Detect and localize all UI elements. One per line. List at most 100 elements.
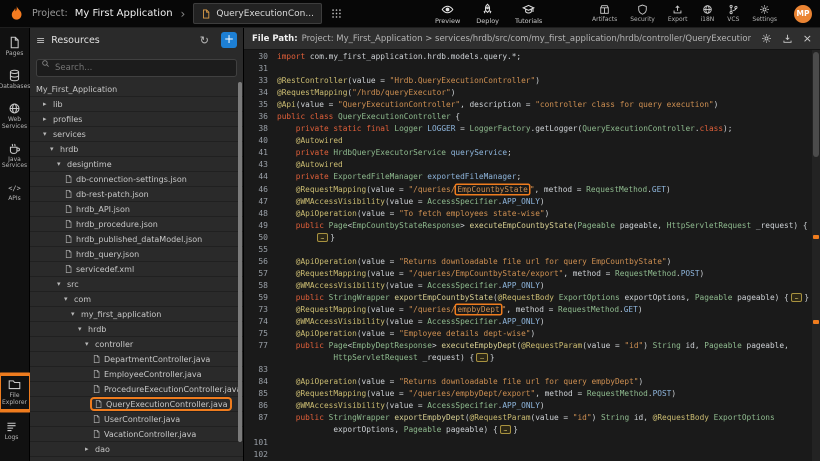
code-line[interactable]: 40 @Autowired bbox=[244, 135, 812, 147]
vcs-button[interactable]: VCS bbox=[727, 4, 739, 23]
code-line[interactable]: 74 @WMAccessVisibility(value = AccessSpe… bbox=[244, 316, 812, 328]
tree-item-hrdb_procedure.json[interactable]: hrdb_procedure.json bbox=[30, 217, 243, 232]
add-resource-button[interactable]: + bbox=[221, 32, 237, 48]
tree-item-hrdb[interactable]: ▾hrdb bbox=[30, 322, 243, 337]
folder-open-arrow-icon[interactable]: ▾ bbox=[50, 145, 57, 153]
resources-scrollbar[interactable] bbox=[238, 82, 242, 457]
folded-code-icon[interactable]: … bbox=[791, 293, 803, 302]
tree-item-lib[interactable]: ▸lib bbox=[30, 97, 243, 112]
i18n-button[interactable]: i18N bbox=[700, 4, 714, 23]
code-line[interactable]: 49 public Page<EmpCountbyStateResponse> … bbox=[244, 220, 812, 232]
code-line[interactable]: 47 @WMAccessVisibility(value = AccessSpe… bbox=[244, 196, 812, 208]
code-line[interactable]: 77 public Page<EmpbyDeptResponse> execut… bbox=[244, 340, 812, 352]
code-line[interactable]: 34@RequestMapping("/hrdb/queryExecutor") bbox=[244, 87, 812, 99]
rail-item-web-services[interactable]: WebServices bbox=[1, 102, 29, 131]
artifacts-button[interactable]: Artifacts bbox=[592, 4, 617, 23]
folded-code-icon[interactable]: … bbox=[476, 353, 488, 362]
folder-open-arrow-icon[interactable]: ▾ bbox=[57, 280, 64, 288]
code-line[interactable]: 30import com.my_first_application.hrdb.m… bbox=[244, 51, 812, 63]
folder-closed-arrow-icon[interactable]: ▸ bbox=[43, 115, 50, 123]
tree-item-my_first_application[interactable]: ▾my_first_application bbox=[30, 307, 243, 322]
security-button[interactable]: Security bbox=[630, 4, 655, 23]
search-input[interactable] bbox=[36, 59, 237, 77]
tree-item-QueryExecutionController.java[interactable]: QueryExecutionController.java bbox=[30, 397, 243, 412]
code-line[interactable]: 57 @RequestMapping(value = "/queries/Emp… bbox=[244, 268, 812, 280]
tree-item-services[interactable]: ▾services bbox=[30, 127, 243, 142]
editor-scrollbar-thumb[interactable] bbox=[813, 52, 819, 157]
rail-item-file-explorer[interactable]: FileExplorer bbox=[0, 374, 31, 411]
code-line[interactable]: 58 @WMAccessVisibility(value = AccessSpe… bbox=[244, 280, 812, 292]
rail-item-java-services[interactable]: JavaServices bbox=[1, 142, 29, 171]
code-line[interactable]: 41 private HrdbQueryExecutorService quer… bbox=[244, 147, 812, 159]
editor-scrollbar[interactable] bbox=[812, 50, 820, 461]
code-line[interactable]: HttpServletRequest _request) {…} bbox=[244, 352, 812, 364]
code-line[interactable]: 33@RestController(value = "Hrdb.QueryExe… bbox=[244, 75, 812, 87]
tree-item-EmployeeController.java[interactable]: EmployeeController.java bbox=[30, 367, 243, 382]
editor-settings-gear-icon[interactable] bbox=[761, 33, 772, 44]
code-line[interactable]: 31 bbox=[244, 63, 812, 75]
code-line[interactable]: 75 @ApiOperation(value = "Employee detai… bbox=[244, 328, 812, 340]
tree-item-ProcedureExecutionController.java[interactable]: ProcedureExecutionController.java bbox=[30, 382, 243, 397]
code-line[interactable]: 55 bbox=[244, 244, 812, 256]
folded-code-icon[interactable]: … bbox=[500, 425, 512, 434]
code-line[interactable]: 73 @RequestMapping(value = "/queries/emp… bbox=[244, 304, 812, 316]
folder-open-arrow-icon[interactable]: ▾ bbox=[85, 340, 92, 348]
tree-item-hrdb_query.json[interactable]: hrdb_query.json bbox=[30, 247, 243, 262]
tree-item-profiles[interactable]: ▸profiles bbox=[30, 112, 243, 127]
deploy-button[interactable]: Deploy bbox=[476, 3, 499, 25]
tree-item-hrdb_published_dataModel.json[interactable]: hrdb_published_dataModel.json bbox=[30, 232, 243, 247]
folder-open-arrow-icon[interactable]: ▾ bbox=[78, 325, 85, 333]
export-button[interactable]: Export bbox=[668, 4, 688, 23]
rail-item-logs[interactable]: Logs bbox=[0, 420, 26, 442]
code-line[interactable]: 59 public StringWrapper exportEmpCountby… bbox=[244, 292, 812, 304]
resources-scrollbar-thumb[interactable] bbox=[238, 82, 242, 442]
download-file-icon[interactable] bbox=[782, 33, 793, 44]
tree-item-My_First_Application[interactable]: My_First_Application bbox=[30, 82, 243, 97]
code-line[interactable]: 46 @RequestMapping(value = "/queries/Emp… bbox=[244, 184, 812, 196]
resources-menu-icon[interactable]: ≡ bbox=[36, 34, 45, 47]
project-name[interactable]: My First Application bbox=[75, 8, 173, 19]
close-file-icon[interactable]: × bbox=[803, 33, 812, 44]
tree-item-db-connection-settings.json[interactable]: db-connection-settings.json bbox=[30, 172, 243, 187]
refresh-icon[interactable]: ↻ bbox=[200, 35, 209, 46]
code-line[interactable]: 43 @Autowired bbox=[244, 159, 812, 171]
tutorials-button[interactable]: Tutorials bbox=[515, 3, 542, 25]
folder-open-arrow-icon[interactable]: ▾ bbox=[64, 295, 71, 303]
code-line[interactable]: 86 @WMAccessVisibility(value = AccessSpe… bbox=[244, 400, 812, 412]
code-line[interactable]: 56 @ApiOperation(value = "Returns downlo… bbox=[244, 256, 812, 268]
code-line[interactable]: 36public class QueryExecutionController … bbox=[244, 111, 812, 123]
rail-item-apis[interactable]: </>APIs bbox=[1, 181, 29, 203]
code-line[interactable]: 85 @RequestMapping(value = "/queries/emp… bbox=[244, 388, 812, 400]
folder-open-arrow-icon[interactable]: ▾ bbox=[43, 130, 50, 138]
user-avatar[interactable]: MP bbox=[794, 5, 812, 23]
code-line[interactable]: 101 bbox=[244, 437, 812, 449]
tree-item-com[interactable]: ▾com bbox=[30, 292, 243, 307]
tree-item-src[interactable]: ▾src bbox=[30, 277, 243, 292]
folder-open-arrow-icon[interactable]: ▾ bbox=[71, 310, 78, 318]
rail-item-databases[interactable]: Databases bbox=[1, 69, 29, 91]
code-line[interactable]: exportOptions, Pageable pageable) {…} bbox=[244, 424, 812, 436]
tree-item-db-rest-patch.json[interactable]: db-rest-patch.json bbox=[30, 187, 243, 202]
code-line[interactable]: 48 @ApiOperation(value = "To fetch emplo… bbox=[244, 208, 812, 220]
folder-open-arrow-icon[interactable]: ▾ bbox=[57, 160, 64, 168]
grid-menu-icon[interactable] bbox=[331, 8, 342, 19]
rail-item-pages[interactable]: Pages bbox=[1, 36, 29, 58]
code-area[interactable]: 30import com.my_first_application.hrdb.m… bbox=[244, 50, 812, 461]
tree-item-hrdb[interactable]: ▾hrdb bbox=[30, 142, 243, 157]
open-file-tab[interactable]: QueryExecutionCon... bbox=[193, 3, 322, 24]
code-line[interactable]: 102 bbox=[244, 449, 812, 461]
code-line[interactable]: 84 @ApiOperation(value = "Returns downlo… bbox=[244, 376, 812, 388]
code-line[interactable]: 38 private static final Logger LOGGER = … bbox=[244, 123, 812, 135]
tree-item-servicedef.xml[interactable]: servicedef.xml bbox=[30, 262, 243, 277]
code-line[interactable]: 83 bbox=[244, 364, 812, 376]
tree-item-dao[interactable]: ▸dao bbox=[30, 442, 243, 457]
tree-item-UserController.java[interactable]: UserController.java bbox=[30, 412, 243, 427]
tree-item-VacationController.java[interactable]: VacationController.java bbox=[30, 427, 243, 442]
folder-closed-arrow-icon[interactable]: ▸ bbox=[43, 100, 50, 108]
folded-code-icon[interactable]: … bbox=[317, 233, 329, 242]
code-line[interactable]: 44 private ExportedFileManager exportedF… bbox=[244, 171, 812, 183]
code-line[interactable]: 50 …} bbox=[244, 232, 812, 244]
tree-item-hrdb_API.json[interactable]: hrdb_API.json bbox=[30, 202, 243, 217]
code-line[interactable]: 87 public StringWrapper exportEmpbyDept(… bbox=[244, 412, 812, 424]
tree-item-controller[interactable]: ▾controller bbox=[30, 337, 243, 352]
